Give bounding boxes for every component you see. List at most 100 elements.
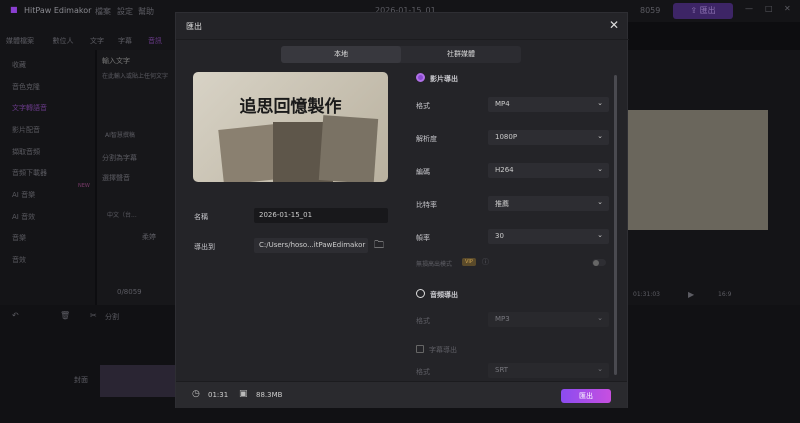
split-button[interactable]: 分割 xyxy=(105,312,119,322)
text-input[interactable]: 在此輸入或貼上任何文字 xyxy=(102,71,172,80)
sidebar-item-sfx[interactable]: 音效 xyxy=(12,255,26,265)
chevron-down-icon: ⌄ xyxy=(597,231,603,239)
menu-help[interactable]: 幫助 xyxy=(138,6,154,17)
aspect-ratio-select[interactable]: 16:9 xyxy=(718,291,731,298)
photo-print xyxy=(218,124,279,182)
audio-format-value: MP3 xyxy=(495,315,510,323)
sidebar-item-tts[interactable]: 文字轉語音 xyxy=(12,103,47,113)
close-window-icon[interactable]: ✕ xyxy=(784,4,791,13)
format-label: 格式 xyxy=(416,102,430,110)
codec-value: H264 xyxy=(495,166,514,174)
sidebar-item-favorites[interactable]: 收藏 xyxy=(12,60,26,70)
minimize-icon[interactable]: — xyxy=(745,4,753,13)
maximize-icon[interactable]: □ xyxy=(765,4,773,13)
chevron-down-icon: ⌄ xyxy=(597,99,603,107)
step1-label: 輸入文字 xyxy=(102,57,130,65)
credits-count: 8059 xyxy=(640,6,661,15)
preview-video xyxy=(628,110,768,230)
track-label: 封面 xyxy=(74,376,88,384)
resolution-value: 1080P xyxy=(495,133,518,141)
framerate-select[interactable]: 30 ⌄ xyxy=(488,229,609,244)
menu-file[interactable]: 檔案 xyxy=(95,6,111,17)
sidebar-item-ai-music[interactable]: AI 音樂 xyxy=(12,190,35,200)
framerate-value: 30 xyxy=(495,232,504,240)
chevron-down-icon: ⌄ xyxy=(597,314,603,322)
hd-mode-label: 無損高出模式 xyxy=(416,261,453,268)
clock-icon: ◷ xyxy=(192,389,200,399)
format-select[interactable]: MP4 ⌄ xyxy=(488,97,609,112)
chevron-down-icon: ⌄ xyxy=(597,365,603,373)
codec-select[interactable]: H264 ⌄ xyxy=(488,163,609,178)
sidebar-item-downloader[interactable]: 音頻下載器 xyxy=(12,168,47,178)
file-size-icon: ▣ xyxy=(239,389,248,399)
photo-print xyxy=(318,115,379,182)
tool-text[interactable]: 文字 xyxy=(82,36,112,46)
resolution-label: 解析度 xyxy=(416,135,437,143)
app-title: HitPaw Edimakor xyxy=(24,6,92,15)
file-size: 88.3MB xyxy=(256,391,283,399)
language-select[interactable]: 中文（台... xyxy=(107,210,137,219)
subtitle-export-label: 字幕導出 xyxy=(429,346,457,354)
dialog-footer: ◷ 01:31 ▣ 88.3MB 匯出 xyxy=(176,381,627,408)
subtitle-format-select[interactable]: SRT ⌄ xyxy=(488,363,609,378)
bitrate-label: 比特率 xyxy=(416,201,437,209)
tts-credits: 0/8059 xyxy=(117,288,142,296)
preview-time: 01:31:03 xyxy=(633,291,660,298)
top-export-button[interactable]: ⇪ 匯出 xyxy=(673,3,733,19)
tool-audio[interactable]: 音訊 xyxy=(140,36,170,46)
tts-panel: 輸入文字 在此輸入或貼上任何文字 AI智慧撰稿 分割為字幕 選擇聲音 中文（台.… xyxy=(97,50,175,305)
framerate-label: 幀率 xyxy=(416,234,430,242)
ai-write-button[interactable]: AI智慧撰稿 xyxy=(105,130,135,139)
main-toolbar: 媒體檔案 數位人 文字 字幕 音訊 xyxy=(0,22,175,50)
new-badge: NEW xyxy=(78,183,90,189)
path-label: 導出到 xyxy=(194,243,215,251)
dialog-title: 匯出 xyxy=(186,22,202,31)
tool-media[interactable]: 媒體檔案 xyxy=(5,36,35,46)
tab-social[interactable]: 社群媒體 xyxy=(401,46,521,63)
folder-icon[interactable]: 🗀 xyxy=(374,238,384,255)
audio-export-label: 音頻導出 xyxy=(430,291,458,299)
tool-avatar[interactable]: 數位人 xyxy=(48,36,78,46)
subtitle-export-checkbox[interactable] xyxy=(416,345,424,353)
audio-format-select[interactable]: MP3 ⌄ xyxy=(488,312,609,327)
delete-icon[interactable]: 🗑 xyxy=(60,311,70,320)
tool-subtitle[interactable]: 字幕 xyxy=(110,36,140,46)
split-subtitle-checkbox[interactable]: 分割為字幕 xyxy=(102,153,137,163)
bitrate-select[interactable]: 推薦 ⌄ xyxy=(488,196,609,211)
video-export-radio[interactable] xyxy=(416,73,425,82)
path-input[interactable]: C:/Users/hoso...itPawEdimakor xyxy=(254,238,368,253)
preview-panel: 01:31:03 ▶ 16:9 xyxy=(628,50,800,305)
sidebar-item-extract[interactable]: 擷取音頻 xyxy=(12,147,40,157)
close-icon[interactable]: ✕ xyxy=(609,18,619,32)
export-button[interactable]: 匯出 xyxy=(561,389,611,403)
sidebar-item-music[interactable]: 音樂 xyxy=(12,233,26,243)
menu-settings[interactable]: 設定 xyxy=(117,6,133,17)
scrollbar[interactable] xyxy=(614,75,617,375)
chevron-down-icon: ⌄ xyxy=(597,165,603,173)
subtitle-format-label: 格式 xyxy=(416,368,430,376)
voice-name[interactable]: 柔婷 xyxy=(142,232,156,242)
thumbnail-title: 追思回憶製作 xyxy=(239,97,342,117)
play-icon[interactable]: ▶ xyxy=(688,290,694,299)
export-icon: ⇪ xyxy=(690,6,700,15)
top-export-label: 匯出 xyxy=(699,6,716,15)
subtitle-format-value: SRT xyxy=(495,366,509,374)
undo-icon[interactable]: ↶ xyxy=(12,311,19,320)
export-dialog: 匯出 ✕ 本地 社群媒體 追思回憶製作 名稱 2026-01-15_01 導出到… xyxy=(175,12,629,408)
video-export-label: 影片導出 xyxy=(430,75,458,83)
name-input[interactable]: 2026-01-15_01 xyxy=(254,208,388,223)
info-icon[interactable]: ⓘ xyxy=(482,257,489,267)
sidebar-item-dubbing[interactable]: 影片配音 xyxy=(12,125,40,135)
sidebar-item-ai-sfx[interactable]: AI 音效 xyxy=(12,212,35,222)
divider xyxy=(176,39,629,40)
step2-label: 選擇聲音 xyxy=(102,174,130,182)
scissors-icon[interactable]: ✂ xyxy=(90,311,97,320)
audio-sidebar: 收藏 音色克隆 文字轉語音 影片配音 擷取音頻 音頻下載器 AI 音樂 AI 音… xyxy=(0,50,95,305)
resolution-select[interactable]: 1080P ⌄ xyxy=(488,130,609,145)
audio-format-label: 格式 xyxy=(416,317,430,325)
hd-mode-toggle[interactable] xyxy=(592,259,606,266)
audio-export-radio[interactable] xyxy=(416,289,425,298)
tab-local[interactable]: 本地 xyxy=(281,46,401,63)
sidebar-item-voice-clone[interactable]: 音色克隆 xyxy=(12,82,40,92)
video-clip[interactable] xyxy=(100,365,175,397)
